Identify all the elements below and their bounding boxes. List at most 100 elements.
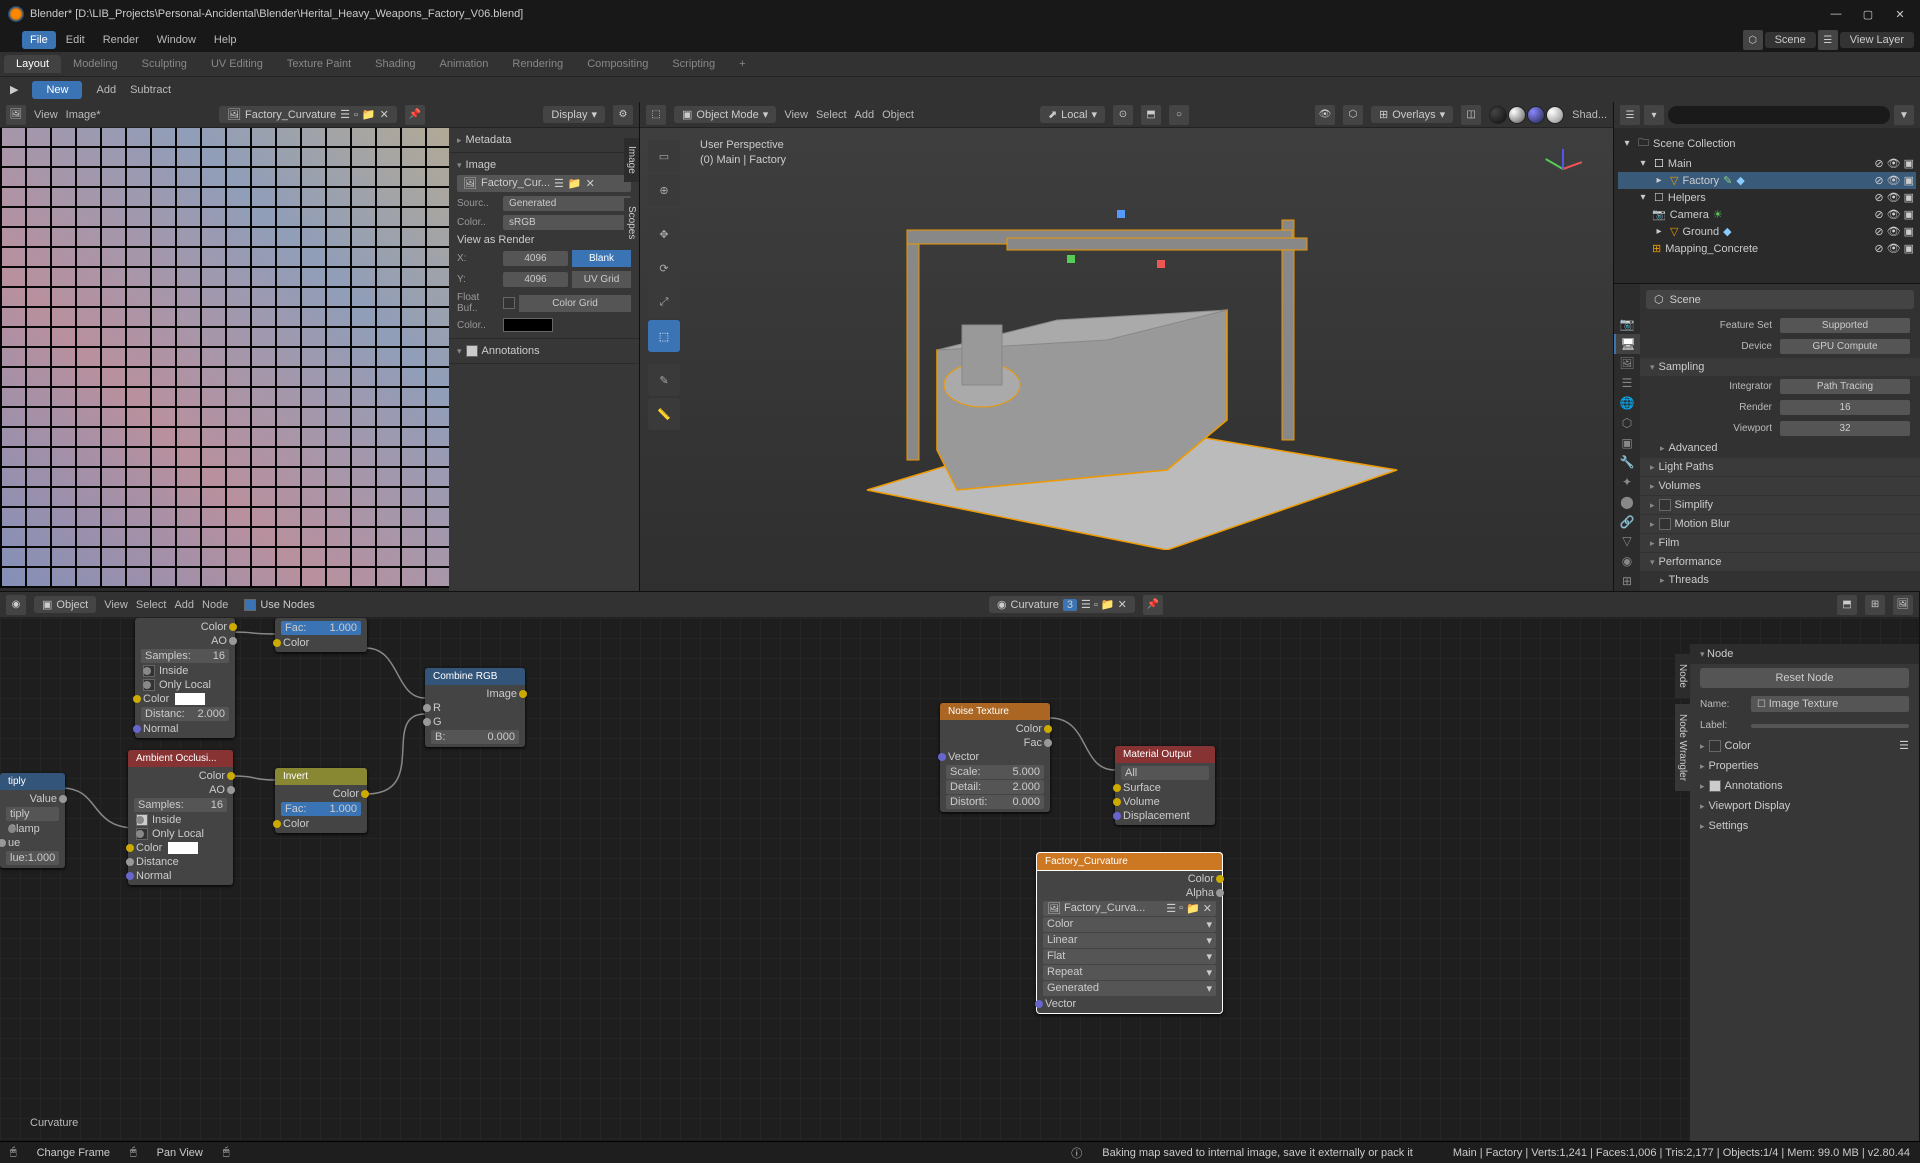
image-width[interactable]: 4096	[503, 251, 568, 266]
overlay-icon[interactable]: ⊞	[1865, 595, 1885, 615]
workspace-tab[interactable]: Modeling	[61, 55, 130, 73]
integrator-dropdown[interactable]: Path Tracing	[1780, 379, 1910, 394]
workspace-tab[interactable]: Texture Paint	[275, 55, 363, 73]
menu-window[interactable]: Window	[149, 31, 204, 49]
data-tab-icon[interactable]: ▽	[1614, 532, 1640, 552]
sampling-section[interactable]: Sampling	[1640, 358, 1920, 376]
node-section[interactable]: Node	[1690, 644, 1919, 664]
transform-tool-icon[interactable]: ⬚	[648, 320, 680, 352]
open-icon[interactable]: 📁	[362, 108, 376, 121]
outliner-item[interactable]: ▾☐Helpers⊘👁▣	[1618, 189, 1916, 206]
material-output-node[interactable]: Material Output All Surface Volume Displ…	[1115, 746, 1215, 825]
outliner-item[interactable]: 📷Camera ☀⊘👁▣	[1618, 206, 1916, 223]
mix-stub-node[interactable]: Fac:1.000 Color	[275, 618, 367, 652]
sidebar-tab-image[interactable]: Image	[624, 138, 639, 182]
sidebar-tab-wrangler[interactable]: Node Wrangler	[1675, 704, 1690, 791]
pin-icon[interactable]: 📌	[1143, 595, 1163, 615]
node-color-section[interactable]: Color☰	[1690, 735, 1919, 756]
select-tool-icon[interactable]: ▭	[648, 140, 680, 172]
ambient-occlusion-node[interactable]: Ambient Occlusi... Color AO Samples:16 I…	[128, 750, 233, 885]
simplify-checkbox[interactable]	[1659, 499, 1671, 511]
pin-icon[interactable]: 📌	[405, 105, 425, 125]
image-canvas[interactable]: Metadata Image 🖼Factory_Cur...☰📁✕ Sourc.…	[0, 128, 639, 591]
image-selector[interactable]: 🖼 Factory_Curvature ☰ ▫ 📁 ✕	[219, 106, 397, 123]
viewlayer-selector[interactable]: View Layer	[1840, 32, 1914, 48]
menu-help[interactable]: Help	[206, 31, 245, 49]
browse-icon[interactable]: ☰	[340, 108, 350, 121]
unlink-icon[interactable]: ✕	[586, 177, 595, 190]
image-section[interactable]: Image	[457, 157, 631, 173]
operator-subtract[interactable]: Subtract	[130, 84, 171, 96]
menu-file[interactable]: File	[22, 31, 56, 49]
modifier-tab-icon[interactable]: 🔧	[1614, 452, 1640, 472]
viewport-menu-select[interactable]: Select	[816, 109, 847, 121]
maximize-button[interactable]: ▢	[1856, 8, 1880, 21]
play-icon[interactable]: ▶	[10, 83, 18, 96]
node-menu-view[interactable]: View	[104, 599, 128, 611]
reset-node-button[interactable]: Reset Node	[1700, 668, 1909, 688]
properties-body[interactable]: ⬡Scene Feature SetSupported DeviceGPU Co…	[1640, 284, 1920, 591]
annotations-checkbox[interactable]	[466, 345, 478, 357]
viewport-display-section[interactable]: Viewport Display	[1690, 796, 1919, 816]
menu-render[interactable]: Render	[95, 31, 147, 49]
cursor-tool-icon[interactable]: ⊕	[648, 174, 680, 206]
annotate-tool-icon[interactable]: ✎	[648, 364, 680, 396]
add-workspace-button[interactable]: +	[727, 55, 757, 73]
editor-type-icon[interactable]: ⬚	[646, 105, 666, 125]
orientation-selector[interactable]: ⬈ Local ▾	[1040, 106, 1105, 123]
physics-tab-icon[interactable]: ⬤	[1614, 492, 1640, 512]
overlays-toggle[interactable]: ⊞ Overlays ▾	[1371, 106, 1453, 123]
motionblur-section[interactable]: Motion Blur	[1640, 515, 1920, 533]
rotate-tool-icon[interactable]: ⟳	[648, 252, 680, 284]
combine-rgb-node[interactable]: Combine RGB Image R G B:0.000	[425, 668, 525, 747]
multiply-node-partial[interactable]: tiply Value tiply Clamp ue lue:1.000	[0, 773, 65, 868]
scale-tool-icon[interactable]: ⤢	[648, 286, 680, 318]
outliner-item[interactable]: ⊞Mapping_Concrete⊘👁▣	[1618, 240, 1916, 257]
workspace-tab[interactable]: UV Editing	[199, 55, 275, 73]
workspace-tab[interactable]: Rendering	[500, 55, 575, 73]
advanced-section[interactable]: Advanced	[1640, 439, 1920, 457]
node-annotations-section[interactable]: Annotations	[1690, 776, 1919, 796]
sidebar-tab-scopes[interactable]: Scopes	[624, 198, 639, 247]
render-tab-icon[interactable]: 📷	[1614, 314, 1640, 334]
colorspace-dropdown[interactable]: sRGB	[503, 215, 631, 230]
material-tab-icon[interactable]: ◉	[1614, 551, 1640, 571]
node-properties-section[interactable]: Properties	[1690, 756, 1919, 776]
image-texture-node[interactable]: Factory_Curvature Color Alpha 🖼Factory_C…	[1037, 853, 1222, 1013]
sidebar-tab-node[interactable]: Node	[1675, 654, 1690, 698]
lightpaths-section[interactable]: Light Paths	[1640, 458, 1920, 476]
editor-type-icon[interactable]: ☰	[1620, 105, 1640, 125]
shader-type-selector[interactable]: ▣ Object	[34, 596, 96, 613]
object-tab-icon[interactable]: ▣	[1614, 433, 1640, 453]
lookdev-shading-icon[interactable]	[1527, 106, 1545, 124]
film-section[interactable]: Film	[1640, 534, 1920, 552]
output-tab-icon[interactable]: 🖼	[1614, 354, 1640, 374]
image-menu-image[interactable]: Image*	[66, 109, 101, 121]
outliner-item[interactable]: ▸▽Ground ◆⊘👁▣	[1618, 223, 1916, 240]
mode-selector[interactable]: ▣ Object Mode ▾	[674, 106, 776, 123]
workspace-tab[interactable]: Animation	[428, 55, 501, 73]
wireframe-shading-icon[interactable]	[1489, 106, 1507, 124]
metadata-section[interactable]: Metadata	[457, 132, 631, 148]
snap-icon[interactable]: ⬒	[1837, 595, 1857, 615]
visibility-icon[interactable]: 👁	[1315, 105, 1335, 125]
new-icon[interactable]: ▫	[354, 109, 358, 121]
node-name-field[interactable]: ☐ Image Texture	[1751, 696, 1909, 712]
workspace-tab[interactable]: Shading	[363, 55, 427, 73]
xray-icon[interactable]: ◫	[1461, 105, 1481, 125]
workspace-tab[interactable]: Sculpting	[130, 55, 199, 73]
viewport-menu-add[interactable]: Add	[855, 109, 875, 121]
gen-uvgrid-button[interactable]: UV Grid	[572, 271, 631, 288]
display-dropdown[interactable]: Display ▾	[543, 106, 605, 123]
workspace-tab[interactable]: Layout	[4, 55, 61, 73]
view-as-render-toggle[interactable]: View as Render	[457, 234, 534, 246]
image-height[interactable]: 4096	[503, 272, 568, 287]
solid-shading-icon[interactable]	[1508, 106, 1526, 124]
image-name-field[interactable]: Factory_Cur...	[481, 177, 550, 190]
node-menu-add[interactable]: Add	[174, 599, 194, 611]
viewport-samples-field[interactable]: 32	[1780, 421, 1910, 436]
render-samples-field[interactable]: 16	[1780, 400, 1910, 415]
workspace-tab[interactable]: Compositing	[575, 55, 660, 73]
context-breadcrumb[interactable]: ⬡Scene	[1646, 290, 1914, 309]
node-menu-select[interactable]: Select	[136, 599, 167, 611]
